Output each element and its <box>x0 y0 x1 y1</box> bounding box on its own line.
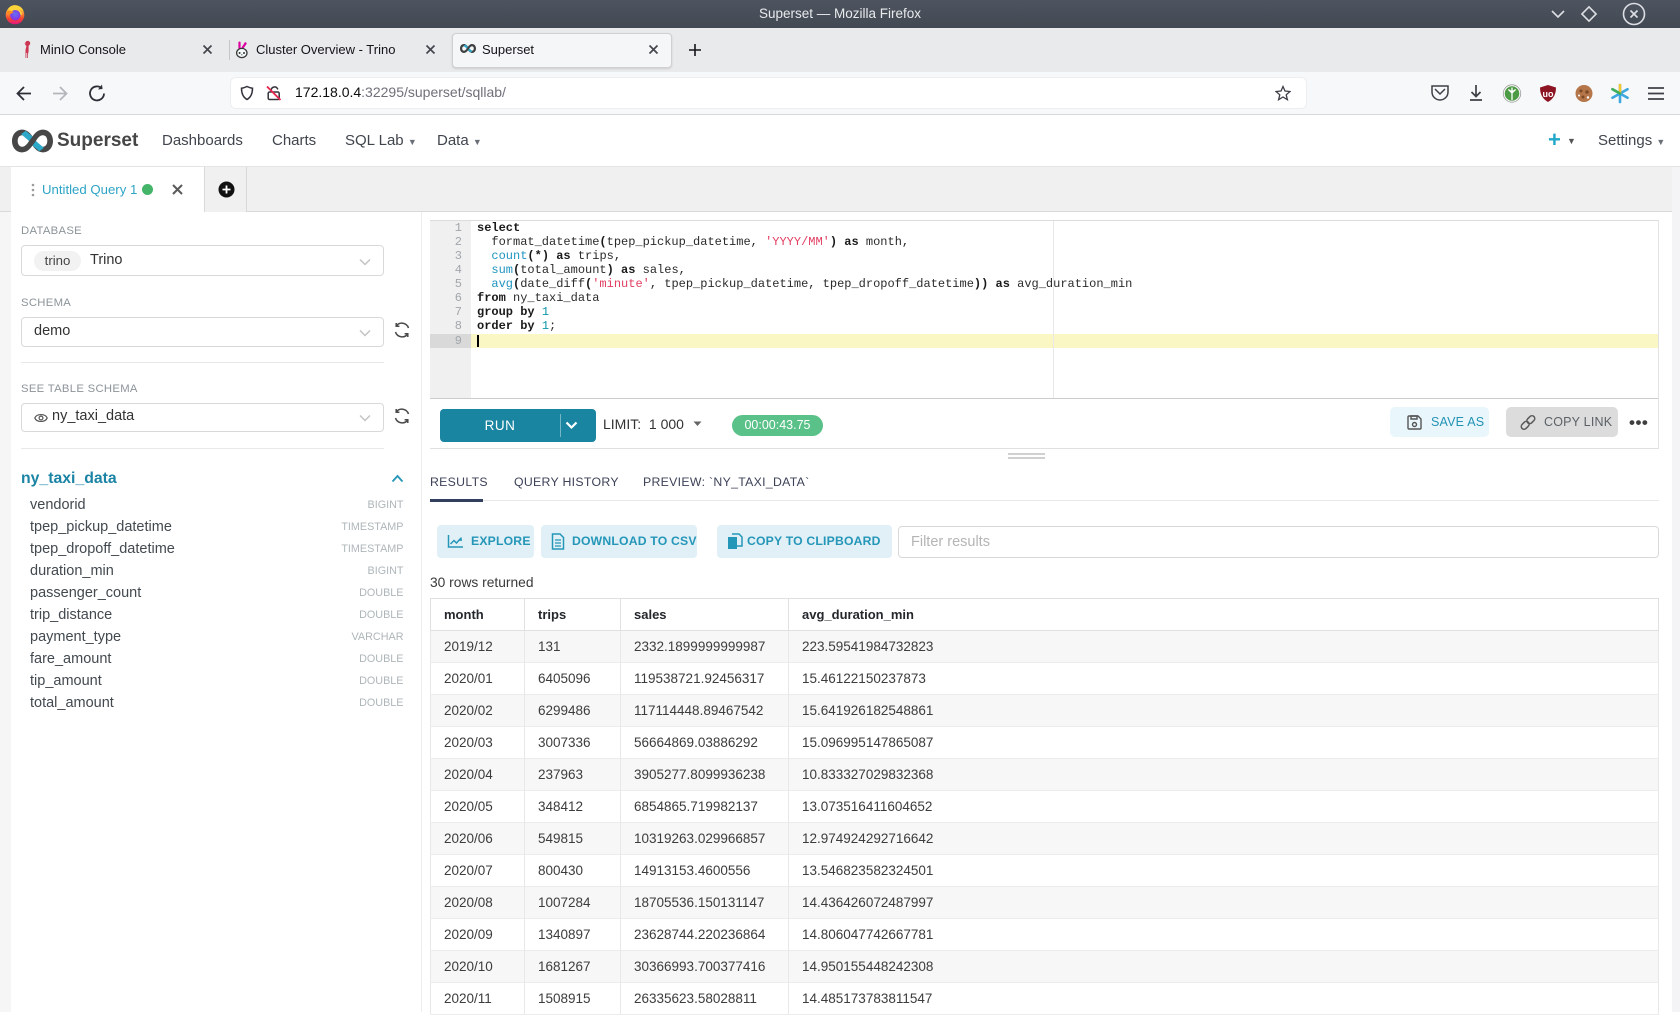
svg-text:uo: uo <box>1543 89 1554 99</box>
